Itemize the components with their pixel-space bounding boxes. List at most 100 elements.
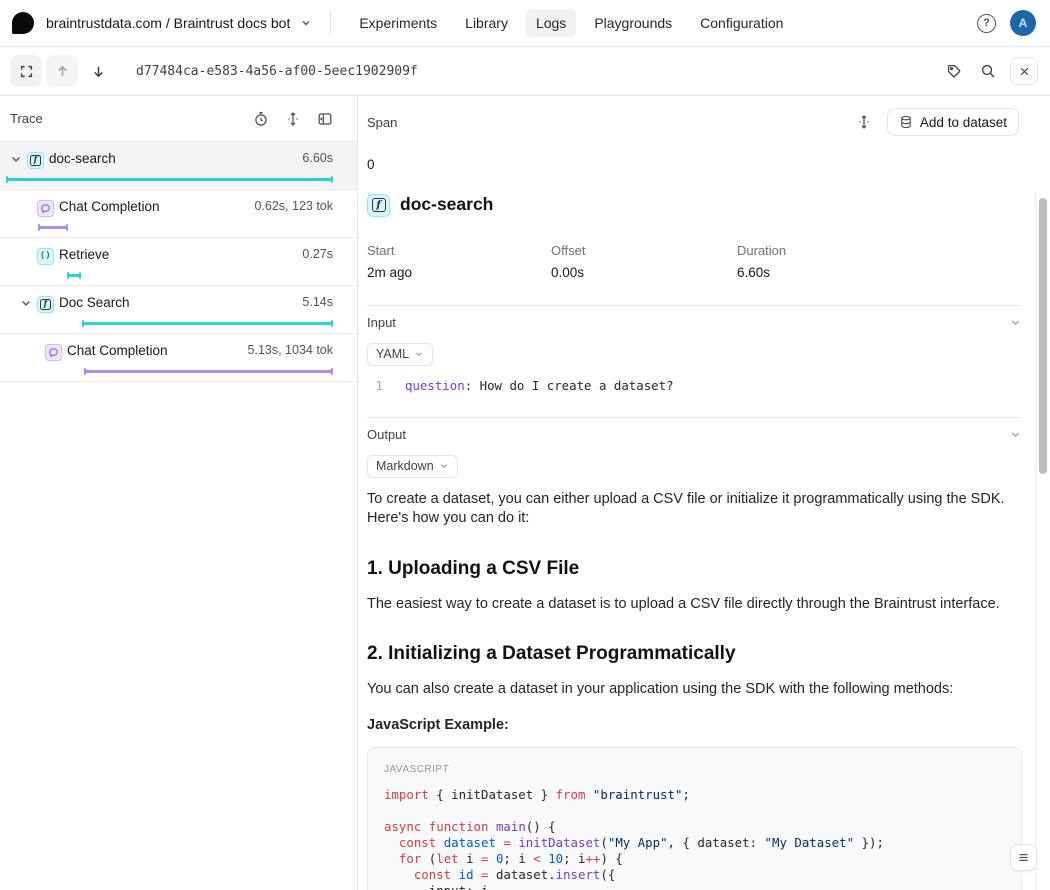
- tab-configuration[interactable]: Configuration: [690, 9, 793, 37]
- markdown-heading: 1. Uploading a CSV File: [367, 557, 1022, 581]
- timeline-bar: [84, 368, 333, 375]
- timeline-bar: [38, 224, 68, 231]
- tab-experiments[interactable]: Experiments: [349, 9, 447, 37]
- project-breadcrumb[interactable]: braintrustdata.com / Braintrust docs bot: [46, 15, 290, 31]
- collapse-panel-icon[interactable]: [317, 111, 333, 127]
- braintrust-logo: [12, 12, 34, 34]
- code-line: [384, 803, 1005, 819]
- chevron-down-icon[interactable]: [300, 17, 312, 29]
- chevron-down-icon: [1009, 428, 1022, 441]
- markdown-paragraph: To create a dataset, you can either uplo…: [367, 490, 1022, 529]
- markdown-paragraph: The easiest way to create a dataset is t…: [367, 595, 1022, 615]
- timeline-track: [6, 272, 333, 279]
- timeline-bar: [6, 176, 333, 183]
- tab-playgrounds[interactable]: Playgrounds: [584, 9, 682, 37]
- chevron-down-icon[interactable]: [10, 153, 22, 165]
- input-code: 1 question: How do I create a dataset?: [367, 378, 1022, 398]
- code-line: const id = dataset.insert({: [384, 867, 1005, 883]
- span-duration: 5.13s, 1034 tok: [248, 343, 357, 357]
- meta-label: Start: [367, 243, 551, 258]
- chat-span-icon: [37, 200, 54, 217]
- input-section-header[interactable]: Input: [367, 306, 1022, 337]
- expand-button[interactable]: [10, 55, 42, 87]
- span-label: Chat Completion: [59, 199, 160, 214]
- avatar[interactable]: A: [1010, 10, 1036, 36]
- span-meta: Start 2m agoOffset 0.00sDuration 6.60s: [367, 243, 1022, 280]
- span-label: Retrieve: [59, 247, 109, 262]
- markdown-paragraph: JavaScript Example:: [367, 716, 1022, 736]
- add-to-dataset-button[interactable]: Add to dataset: [887, 108, 1019, 136]
- tag-icon[interactable]: [942, 55, 966, 87]
- close-icon[interactable]: [1010, 57, 1038, 85]
- trace-toolbar: d77484ca-e583-4a56-af00-5eec1902909f: [0, 47, 1050, 96]
- markdown-heading: 2. Initializing a Dataset Programmatical…: [367, 642, 1022, 666]
- timeline-track: [6, 224, 333, 231]
- database-icon: [899, 115, 913, 129]
- trace-row[interactable]: ()Retrieve0.27s: [0, 238, 357, 286]
- previous-span-button[interactable]: [46, 55, 78, 87]
- timeline-track: [6, 320, 333, 327]
- span-duration: 0.62s, 123 tok: [254, 199, 357, 213]
- output-markdown: To create a dataset, you can either uplo…: [367, 490, 1022, 890]
- span-panel-title: Span: [367, 115, 397, 130]
- code-line: import { initDataset } from "braintrust"…: [384, 787, 1005, 803]
- chevron-down-icon: [1009, 316, 1022, 329]
- span-label: doc-search: [49, 151, 116, 166]
- meta-field: Start 2m ago: [367, 243, 551, 280]
- meta-value: 0.00s: [551, 265, 737, 280]
- top-nav: braintrustdata.com / Braintrust docs bot…: [0, 0, 1050, 47]
- code-line: input: i,: [384, 883, 1005, 890]
- trace-row[interactable]: Chat Completion 0.62s, 123 tok: [0, 190, 357, 238]
- meta-value: 2m ago: [367, 265, 551, 280]
- expand-rows-icon[interactable]: [285, 111, 301, 127]
- span-label: Chat Completion: [67, 343, 168, 358]
- tab-logs[interactable]: Logs: [526, 9, 576, 37]
- trace-row[interactable]: fDoc Search5.14s: [0, 286, 357, 334]
- drag-handle-icon[interactable]: [856, 114, 872, 130]
- chevron-down-icon: [414, 349, 424, 359]
- hamburger-icon: [1017, 851, 1030, 864]
- code-language-label: JAVASCRIPT: [384, 764, 1005, 775]
- meta-field: Duration 6.60s: [737, 243, 1022, 280]
- span-name: doc-search: [400, 194, 493, 215]
- row-index: 0: [367, 157, 1022, 172]
- span-label: Doc Search: [59, 295, 130, 310]
- meta-label: Offset: [551, 243, 737, 258]
- markdown-paragraph: You can also create a dataset in your ap…: [367, 680, 1022, 700]
- span-panel: Span Add to dataset 0: [358, 96, 1050, 890]
- trace-tree: f doc-search 6.60s Chat Completion 0.62s, 12…: [0, 142, 357, 382]
- stopwatch-icon[interactable]: [253, 111, 269, 127]
- input-format-dropdown[interactable]: YAML: [367, 343, 433, 366]
- nav-tabs: Experiments Library Logs Playgrounds Configu…: [349, 9, 793, 37]
- code-line: for (let i = 0; i < 10; i++) {: [384, 851, 1005, 867]
- timeline-track: [6, 176, 333, 183]
- code-menu-button[interactable]: [1010, 844, 1037, 871]
- trace-row[interactable]: Chat Completion 5.13s, 1034 tok: [0, 334, 357, 382]
- trace-panel-title: Trace: [10, 111, 43, 126]
- timeline-track: [6, 368, 333, 375]
- chevron-down-icon[interactable]: [20, 297, 32, 309]
- function-span-icon: f: [27, 152, 44, 169]
- output-format-dropdown[interactable]: Markdown: [367, 455, 458, 478]
- span-duration: 0.27s: [302, 247, 357, 261]
- tab-library[interactable]: Library: [455, 9, 518, 37]
- timeline-bar: [82, 320, 333, 327]
- span-duration: 6.60s: [302, 151, 357, 165]
- meta-value: 6.60s: [737, 265, 1022, 280]
- next-span-button[interactable]: [82, 55, 114, 87]
- scrollbar-track: [1035, 192, 1036, 890]
- trace-panel: Trace fdoc-search6: [0, 96, 358, 890]
- help-icon[interactable]: ?: [977, 14, 996, 33]
- code-line: async function main() {: [384, 819, 1005, 835]
- trace-id: d77484ca-e583-4a56-af00-5eec1902909f: [136, 64, 418, 79]
- function-span-icon: f: [367, 194, 390, 217]
- divider: [330, 12, 331, 34]
- output-section-header[interactable]: Output: [367, 418, 1022, 449]
- meta-label: Duration: [737, 243, 1022, 258]
- search-icon[interactable]: [976, 55, 1000, 87]
- scrollbar-thumb[interactable]: [1039, 198, 1047, 474]
- trace-row[interactable]: f doc-search 6.60s: [0, 142, 357, 190]
- meta-field: Offset 0.00s: [551, 243, 737, 280]
- line-number: 1: [367, 378, 383, 394]
- function-span-icon: f: [37, 296, 54, 313]
